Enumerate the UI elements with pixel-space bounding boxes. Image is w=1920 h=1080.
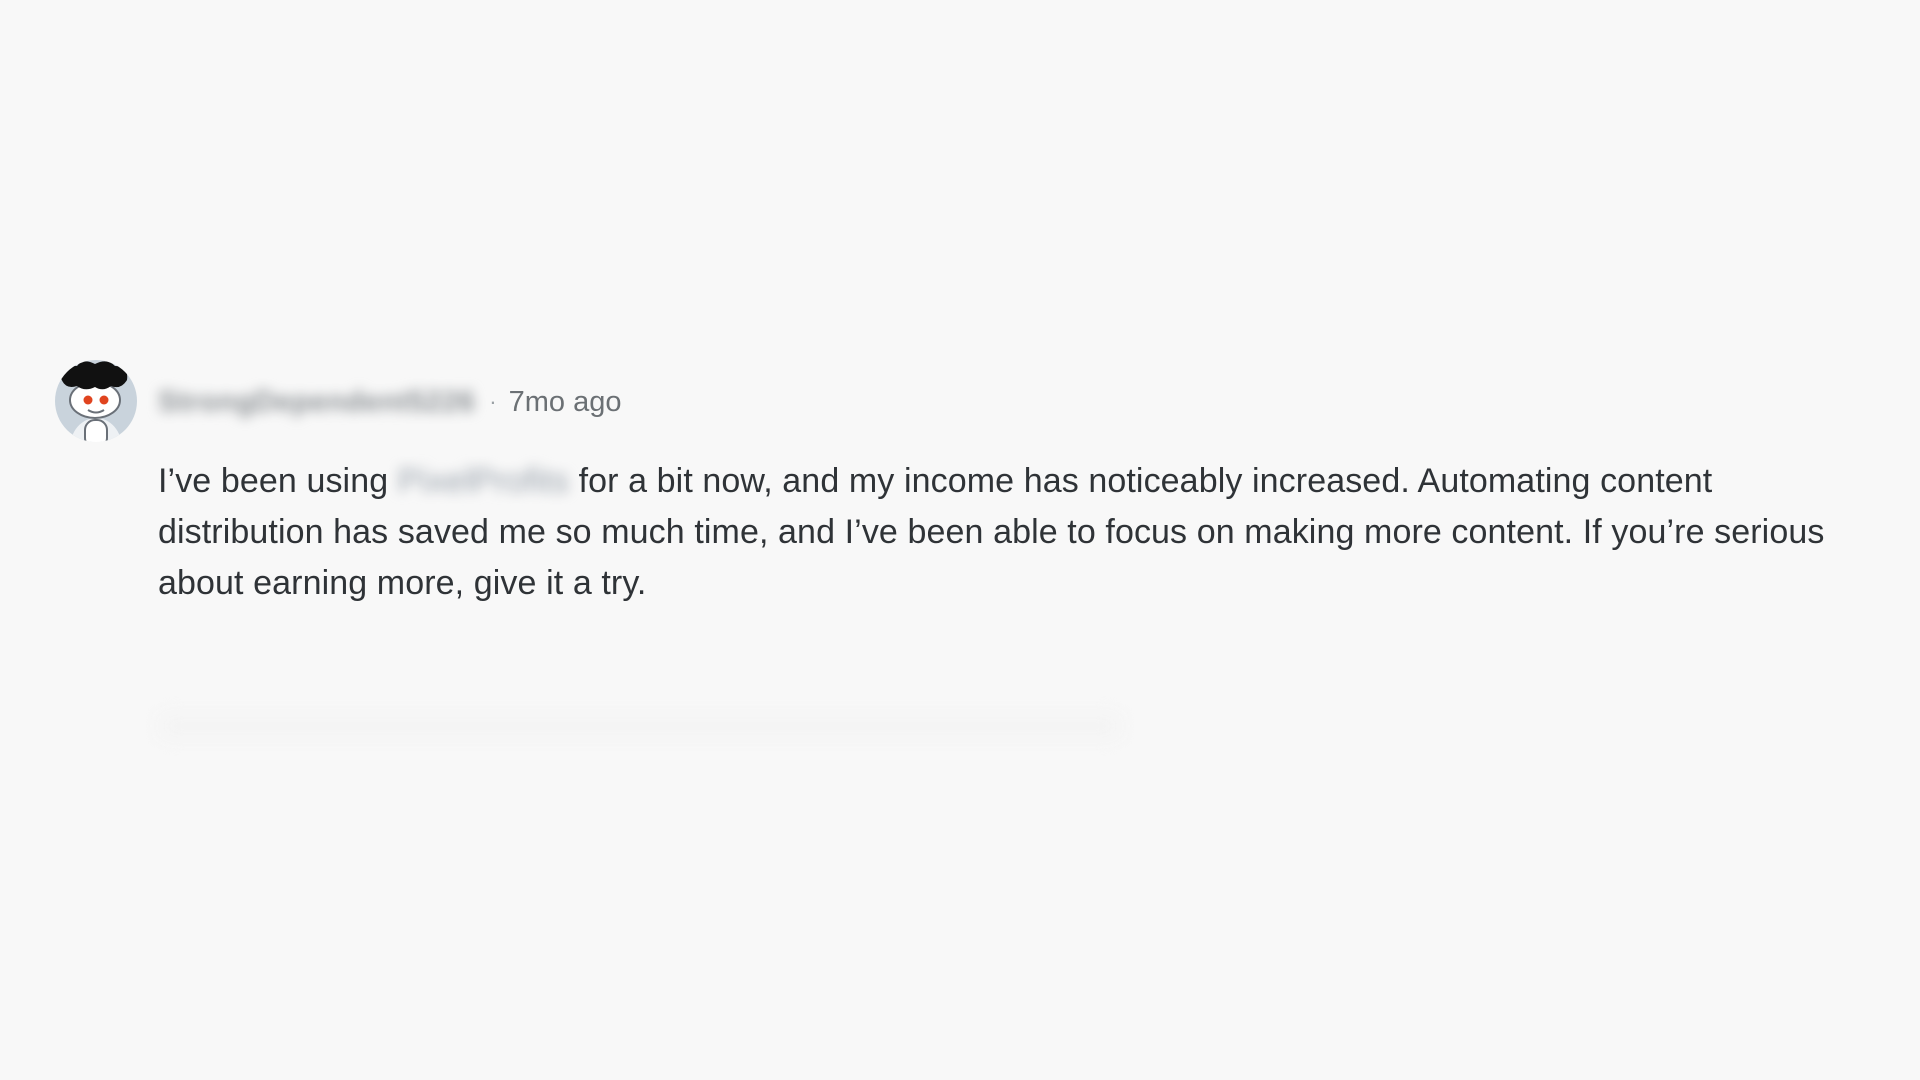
faded-action-bar (160, 715, 1120, 737)
comment-meta: StrongDependent5226 · 7mo ago (158, 382, 621, 422)
comment-text-start: I’ve been using (158, 462, 398, 500)
username-link[interactable]: StrongDependent5226 (158, 386, 475, 419)
user-avatar[interactable] (55, 360, 137, 442)
snoo-avatar-icon (55, 360, 137, 442)
blurred-product-name: PixelProfits (397, 462, 570, 500)
comment-timestamp[interactable]: 7mo ago (509, 386, 622, 419)
meta-separator: · (489, 389, 497, 414)
comment-body: I’ve been using PixelProfits for a bit n… (158, 456, 1878, 609)
comment-page: StrongDependent5226 · 7mo ago I’ve been … (0, 0, 1920, 1080)
